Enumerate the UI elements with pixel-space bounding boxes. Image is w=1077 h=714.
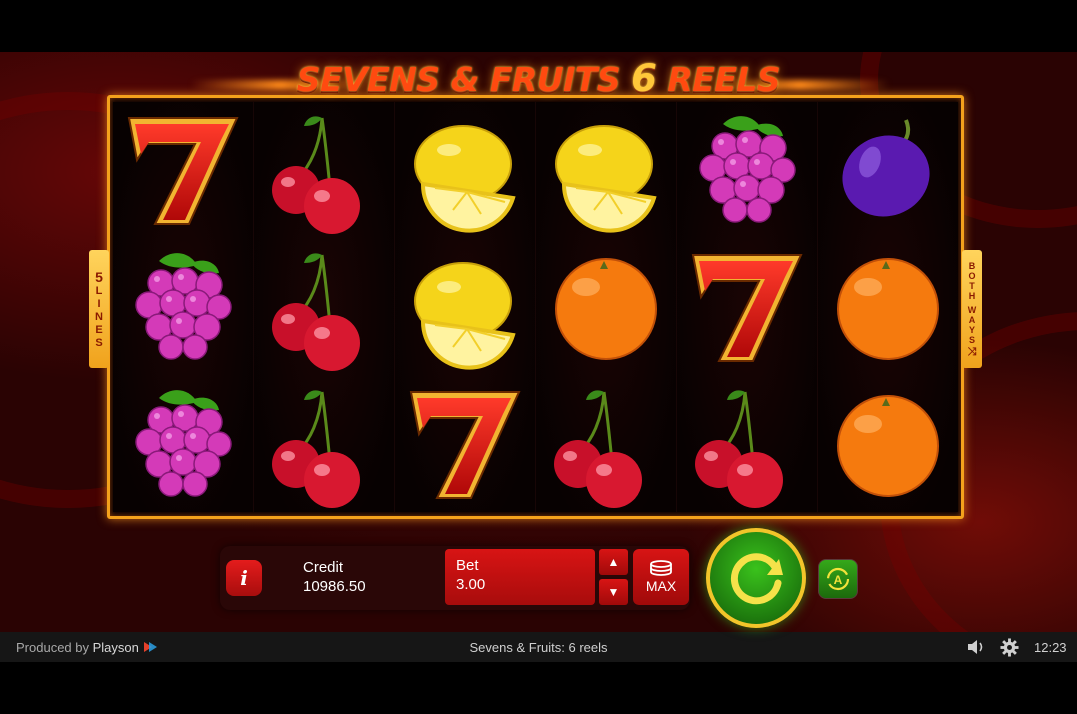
lines-label: LINES	[95, 284, 103, 349]
coins-icon	[650, 560, 672, 576]
cherry-icon	[260, 243, 388, 371]
autoplay-button[interactable]: A	[818, 559, 858, 599]
lemon-icon	[401, 243, 529, 371]
reel-4	[536, 102, 677, 512]
lines-count: 5	[95, 268, 103, 285]
bet-increase-button[interactable]: ▲	[599, 549, 628, 575]
max-label: MAX	[645, 578, 677, 594]
lemon-icon	[401, 106, 529, 234]
autoplay-letter: A	[834, 573, 843, 587]
spin-arrow-icon	[730, 553, 783, 605]
reel-3	[395, 102, 536, 512]
speaker-icon	[968, 640, 983, 654]
lemon-icon	[542, 106, 670, 234]
title-text-reels: REELS	[667, 60, 781, 99]
lines-indicator: 5 LINES	[89, 250, 109, 368]
credit-label: Credit	[303, 559, 344, 576]
settings-button[interactable]	[1000, 638, 1019, 660]
arrow-up-icon: ▲	[607, 555, 620, 569]
game-title: SEVENS & FRUITS 6 REELS	[0, 57, 1077, 100]
grapes-icon	[119, 380, 247, 508]
cherry-icon	[260, 380, 388, 508]
seven-icon	[683, 243, 811, 371]
ways-label: WAYS	[967, 305, 977, 345]
seven-icon	[119, 106, 247, 234]
cherry-icon	[683, 380, 811, 508]
arrow-down-icon: ▼	[607, 585, 620, 599]
info-button[interactable]: i	[226, 560, 262, 596]
credit-value: 10986.50	[303, 578, 366, 595]
seven-icon	[401, 380, 529, 508]
both-label: BOTH	[968, 261, 976, 301]
plum-icon	[824, 106, 952, 234]
autoplay-icon: A	[826, 567, 850, 591]
max-bet-button[interactable]: MAX	[633, 549, 689, 605]
grapes-icon	[683, 106, 811, 234]
spin-button[interactable]	[706, 528, 806, 628]
orange-icon	[542, 243, 670, 371]
reel-2	[254, 102, 395, 512]
title-number: 6	[631, 57, 657, 100]
grapes-icon	[119, 243, 247, 371]
clock: 12:23	[1034, 640, 1067, 655]
cherry-icon	[542, 380, 670, 508]
both-ways-indicator: BOTH WAYS ⤨	[962, 250, 982, 368]
credit-display: Credit 10986.50	[303, 558, 366, 596]
footer-bar: Produced by Playson Sevens & Fruits: 6 r…	[0, 632, 1077, 662]
bet-label: Bet	[456, 557, 479, 574]
shuffle-icon: ⤨	[967, 346, 977, 358]
reel-board	[107, 95, 964, 519]
reel-5	[677, 102, 818, 512]
orange-icon	[824, 243, 952, 371]
sound-button[interactable]	[966, 638, 986, 659]
title-text: SEVENS & FRUITS	[296, 60, 621, 99]
bet-display: Bet 3.00	[445, 549, 595, 605]
bet-value: 3.00	[456, 576, 486, 593]
reel-6	[818, 102, 958, 512]
orange-icon	[824, 380, 952, 508]
bet-decrease-button[interactable]: ▼	[599, 579, 628, 605]
footer-game-name: Sevens & Fruits: 6 reels	[469, 640, 608, 655]
reel-1	[113, 102, 254, 512]
cherry-icon	[260, 106, 388, 235]
gear-icon	[1000, 638, 1019, 657]
